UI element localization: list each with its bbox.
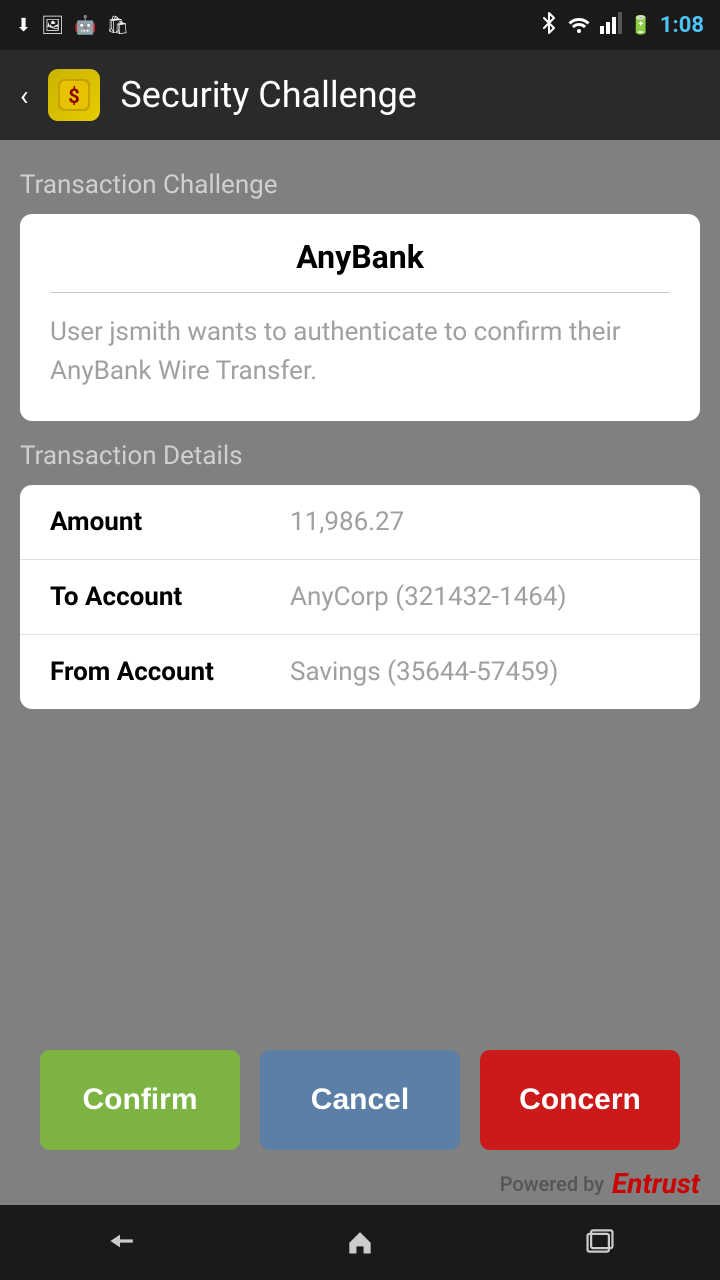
amount-row: Amount 11,986.27: [20, 485, 700, 560]
app-icon: $: [48, 69, 100, 121]
transaction-details-card: Amount 11,986.27 To Account AnyCorp (321…: [20, 485, 700, 709]
battery-icon: 🔋: [630, 15, 652, 36]
bluetooth-icon: [540, 12, 558, 39]
confirm-button[interactable]: Confirm: [40, 1050, 240, 1150]
wifi-icon: [566, 13, 592, 38]
amount-label: Amount: [50, 507, 290, 537]
transaction-challenge-label: Transaction Challenge: [20, 170, 700, 200]
download-icon: ⬇: [16, 15, 31, 36]
from-account-row: From Account Savings (35644-57459): [20, 635, 700, 709]
to-account-row: To Account AnyCorp (321432-1464): [20, 560, 700, 635]
challenge-card: AnyBank User jsmith wants to authenticat…: [20, 214, 700, 421]
powered-by: Powered by Entrust: [500, 1167, 700, 1200]
to-account-value: AnyCorp (321432-1464): [290, 582, 567, 612]
page-title: Security Challenge: [120, 74, 416, 116]
entrust-brand: Entrust: [612, 1167, 700, 1200]
signal-icon: [600, 12, 622, 39]
image-icon: 🖼: [41, 15, 64, 36]
main-content: Transaction Challenge AnyBank User jsmit…: [0, 140, 720, 749]
back-nav-icon[interactable]: [104, 1225, 136, 1261]
status-icons-right: 🔋 1:08: [540, 12, 705, 39]
amount-value: 11,986.27: [290, 507, 404, 537]
transaction-details-label: Transaction Details: [20, 441, 700, 471]
status-icons-left: ⬇ 🖼 🤖 🛍: [16, 15, 129, 36]
to-account-label: To Account: [50, 582, 290, 612]
bottom-nav: [0, 1205, 720, 1280]
android-icon: 🤖: [74, 15, 96, 36]
nav-bar: ‹ $ Security Challenge: [0, 50, 720, 140]
status-time: 1:08: [660, 13, 704, 38]
svg-text:$: $: [69, 84, 80, 108]
concern-button[interactable]: Concern: [480, 1050, 680, 1150]
from-account-label: From Account: [50, 657, 290, 687]
back-arrow-icon[interactable]: ‹: [20, 79, 28, 112]
status-bar: ⬇ 🖼 🤖 🛍 🔋 1:08: [0, 0, 720, 50]
from-account-value: Savings (35644-57459): [290, 657, 558, 687]
recents-nav-icon[interactable]: [584, 1225, 616, 1261]
challenge-message: User jsmith wants to authenticate to con…: [50, 313, 670, 391]
action-buttons: Confirm Cancel Concern: [0, 1050, 720, 1150]
bank-name: AnyBank: [50, 238, 670, 293]
home-nav-icon[interactable]: [344, 1225, 376, 1261]
bag-icon: 🛍: [106, 15, 129, 36]
powered-by-text: Powered by: [500, 1172, 604, 1196]
cancel-button[interactable]: Cancel: [260, 1050, 460, 1150]
